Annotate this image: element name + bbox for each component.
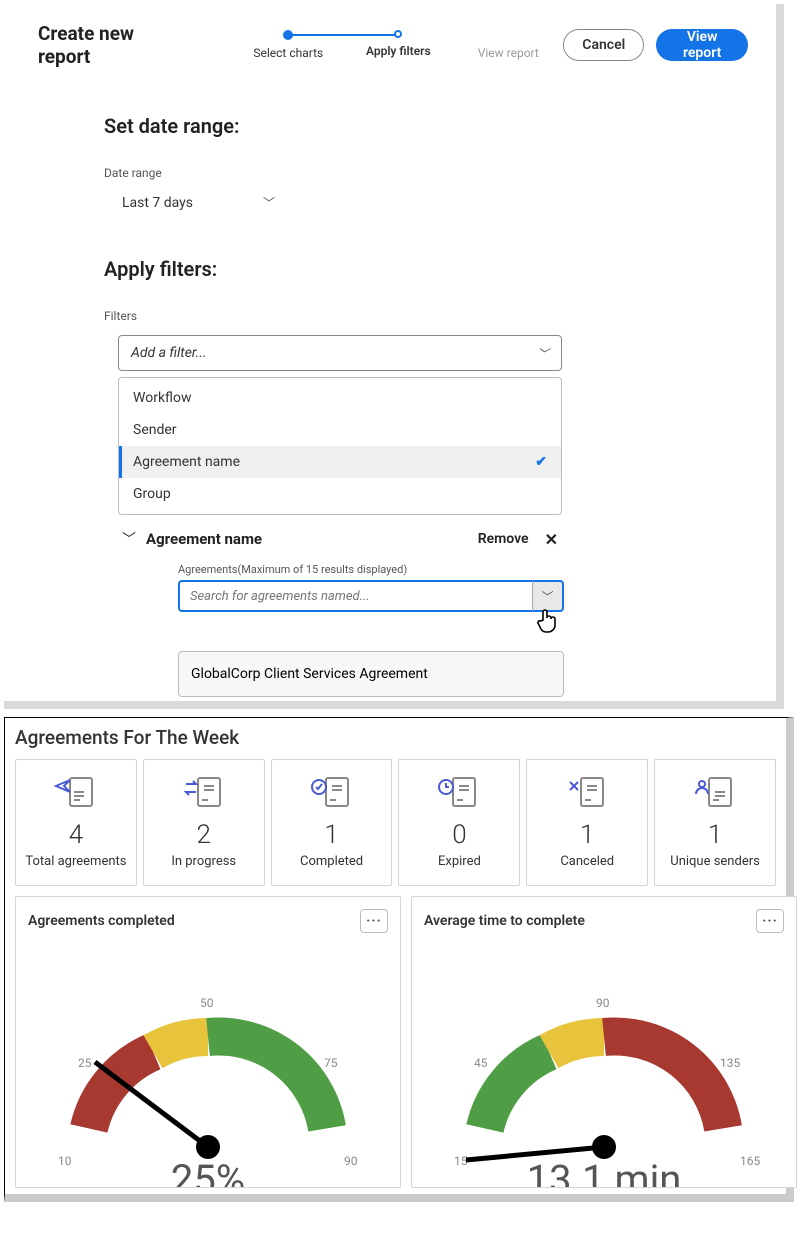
stat-label: Total agreements bbox=[25, 854, 126, 869]
stat-value: 1 bbox=[324, 820, 338, 850]
date-range-label: Date range bbox=[104, 166, 676, 180]
view-report-button[interactable]: View report bbox=[656, 29, 748, 61]
filters-title: Apply filters: bbox=[104, 257, 676, 281]
remove-filter-button[interactable]: Remove bbox=[478, 531, 529, 547]
stat-card-completed[interactable]: 1 Completed bbox=[271, 759, 393, 886]
filter-option-label: Sender bbox=[133, 422, 177, 438]
filter-option-label: Workflow bbox=[133, 390, 192, 406]
gauge-tick: 90 bbox=[344, 1154, 358, 1168]
step-label: Apply filters bbox=[366, 44, 431, 58]
close-icon[interactable]: ✕ bbox=[545, 530, 558, 549]
chevron-down-icon: ﹀ bbox=[263, 194, 275, 211]
stat-value: 0 bbox=[452, 820, 466, 850]
stat-label: In progress bbox=[171, 854, 236, 869]
stat-card-expired[interactable]: 0 Expired bbox=[398, 759, 520, 886]
filters-controls: Add a filter... ﹀ Workflow Sender Agreem… bbox=[4, 335, 776, 697]
gauge-menu-button[interactable]: ··· bbox=[756, 909, 784, 933]
gauge-value: 25% bbox=[171, 1156, 245, 1187]
gauge-tick: 25 bbox=[78, 1056, 92, 1070]
filter-option-label: Group bbox=[133, 486, 171, 502]
gauge-row: Agreements completed ··· 10 25 50 75 90 bbox=[15, 896, 776, 1188]
agreements-hint: Agreements(Maximum of 15 results display… bbox=[178, 563, 676, 576]
filters-label: Filters bbox=[104, 309, 676, 323]
step-dot-icon bbox=[394, 30, 402, 38]
gauge-menu-button[interactable]: ··· bbox=[360, 909, 388, 933]
gauge-tick: 15 bbox=[454, 1154, 468, 1168]
gauge-value: 13.1 min bbox=[527, 1156, 682, 1187]
chevron-down-icon: ﹀ bbox=[541, 588, 553, 605]
agreements-search: Agreements(Maximum of 15 results display… bbox=[178, 563, 676, 697]
agreements-search-input[interactable] bbox=[178, 580, 532, 612]
stat-value: 4 bbox=[69, 820, 83, 850]
page-title: Create new report bbox=[38, 22, 178, 68]
step-view-report[interactable]: View report bbox=[453, 30, 563, 60]
check-icon bbox=[310, 772, 354, 812]
check-icon: ✔ bbox=[535, 454, 547, 470]
stat-label: Expired bbox=[438, 854, 481, 869]
filter-option-label: Agreement name bbox=[133, 454, 240, 470]
stat-card-inprogress[interactable]: 2 In progress bbox=[143, 759, 265, 886]
gauge-chart: 15 45 90 135 165 13.1 min bbox=[424, 947, 784, 1187]
gauge-tick: 135 bbox=[720, 1056, 740, 1070]
add-filter-dropdown[interactable]: Add a filter... ﹀ bbox=[118, 335, 562, 371]
agreements-search-expand-button[interactable]: ﹀ bbox=[532, 580, 564, 612]
stat-value: 1 bbox=[708, 820, 722, 850]
filters-section: Apply filters: Filters bbox=[4, 257, 776, 323]
filter-options-list: Workflow Sender Agreement name ✔ Group bbox=[118, 377, 562, 515]
gauge-tick: 75 bbox=[324, 1056, 338, 1070]
user-icon bbox=[693, 772, 737, 812]
filter-option-group[interactable]: Group bbox=[119, 478, 561, 510]
stat-label: Unique senders bbox=[670, 854, 760, 869]
top-buttons: Cancel View report bbox=[563, 29, 748, 61]
progress-icon bbox=[182, 772, 226, 812]
gauge-tick: 90 bbox=[596, 996, 610, 1010]
stat-value: 1 bbox=[580, 820, 594, 850]
gauge-tick: 45 bbox=[474, 1056, 488, 1070]
step-label: Select charts bbox=[253, 46, 323, 60]
stat-value: 2 bbox=[197, 820, 211, 850]
gauge-chart: 10 25 50 75 90 25% bbox=[28, 947, 388, 1187]
date-range-title: Set date range: bbox=[104, 114, 676, 138]
gauge-title: Average time to complete bbox=[424, 913, 585, 929]
send-icon bbox=[54, 772, 98, 812]
step-select-charts[interactable]: Select charts bbox=[233, 30, 343, 60]
filter-option-agreement-name[interactable]: Agreement name ✔ bbox=[119, 446, 561, 478]
filter-option-sender[interactable]: Sender bbox=[119, 414, 561, 446]
agreements-suggestion[interactable]: GlobalCorp Client Services Agreement bbox=[178, 651, 564, 697]
top-bar: Create new report Select charts Apply fi… bbox=[4, 4, 776, 68]
chevron-down-icon[interactable]: ﹀ bbox=[122, 529, 136, 549]
filter-option-workflow[interactable]: Workflow bbox=[119, 382, 561, 414]
date-range-dropdown[interactable]: Last 7 days ﹀ bbox=[122, 194, 275, 211]
stat-card-total[interactable]: 4 Total agreements bbox=[15, 759, 137, 886]
stat-card-unique-senders[interactable]: 1 Unique senders bbox=[654, 759, 776, 886]
stat-card-canceled[interactable]: 1 Canceled bbox=[526, 759, 648, 886]
gauge-tick: 165 bbox=[740, 1154, 760, 1168]
report-builder-panel: Create new report Select charts Apply fi… bbox=[4, 4, 784, 709]
cursor-hand-icon bbox=[536, 608, 556, 639]
gauge-tick: 50 bbox=[200, 996, 214, 1010]
date-range-value: Last 7 days bbox=[122, 195, 193, 211]
x-icon bbox=[565, 772, 609, 812]
gauge-title: Agreements completed bbox=[28, 913, 175, 929]
stepper: Select charts Apply filters View report bbox=[233, 30, 563, 60]
gauge-card-avgtime: Average time to complete ··· 15 45 90 13… bbox=[411, 896, 797, 1188]
date-range-section: Set date range: Date range Last 7 days ﹀ bbox=[4, 114, 776, 211]
dashboard-title: Agreements For The Week bbox=[15, 726, 776, 749]
gauge-card-completed: Agreements completed ··· 10 25 50 75 90 bbox=[15, 896, 401, 1188]
step-label: View report bbox=[478, 46, 539, 60]
stat-label: Canceled bbox=[560, 854, 614, 869]
add-filter-placeholder: Add a filter... bbox=[131, 345, 206, 361]
clock-icon bbox=[437, 772, 481, 812]
stat-label: Completed bbox=[300, 854, 363, 869]
stat-cards-row: 4 Total agreements 2 In progress bbox=[15, 759, 776, 886]
cancel-button[interactable]: Cancel bbox=[563, 29, 644, 61]
applied-filter-name: Agreement name bbox=[146, 530, 262, 548]
gauge-tick: 10 bbox=[58, 1154, 72, 1168]
dashboard-panel: Agreements For The Week 4 Total agreemen… bbox=[4, 717, 794, 1202]
chevron-down-icon: ﹀ bbox=[537, 345, 549, 362]
step-apply-filters[interactable]: Apply filters bbox=[343, 30, 453, 58]
applied-filter-row: ﹀ Agreement name Remove ✕ bbox=[118, 529, 562, 549]
